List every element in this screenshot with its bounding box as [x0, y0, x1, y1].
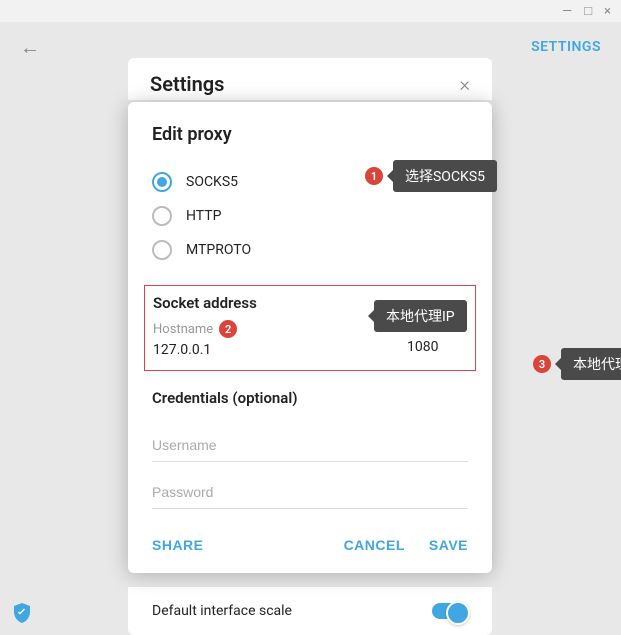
radio-label: SOCKS5 — [186, 174, 238, 190]
radio-http[interactable]: HTTP — [152, 199, 468, 233]
annotation-tip-3: 本地代理默认端口 — [561, 348, 621, 380]
modal-title: Edit proxy — [152, 124, 468, 145]
radio-icon — [152, 206, 172, 226]
cancel-button[interactable]: CANCEL — [344, 533, 405, 557]
annotation-1: 1 选择SOCKS5 — [365, 160, 497, 192]
credentials-section: Credentials (optional) — [152, 389, 468, 509]
annotation-tip-2: 本地代理IP — [374, 300, 467, 332]
radio-label: HTTP — [186, 208, 221, 224]
hostname-field[interactable]: Hostname 2 127.0.0.1 — [153, 320, 387, 358]
radio-label: MTPROTO — [186, 242, 251, 258]
share-button[interactable]: SHARE — [152, 533, 204, 557]
annotation-badge-2: 2 — [219, 320, 237, 338]
save-button[interactable]: SAVE — [429, 533, 468, 557]
modal-footer: SHARE CANCEL SAVE — [152, 533, 468, 557]
modal-overlay: Edit proxy SOCKS5 HTTP MTPROTO Socket ad… — [0, 0, 621, 635]
credentials-title: Credentials (optional) — [152, 389, 468, 407]
port-value: 1080 — [407, 339, 467, 355]
hostname-value: 127.0.0.1 — [153, 342, 387, 358]
annotation-tip-1: 选择SOCKS5 — [393, 160, 497, 192]
annotation-3: 3 本地代理默认端口 — [533, 348, 621, 380]
radio-mtproto[interactable]: MTPROTO — [152, 233, 468, 267]
radio-icon — [152, 172, 172, 192]
username-input[interactable] — [152, 429, 468, 462]
annotation-badge-1: 1 — [365, 167, 383, 185]
password-input[interactable] — [152, 476, 468, 509]
hostname-label: Hostname — [153, 322, 213, 337]
annotation-badge-3: 3 — [533, 355, 551, 373]
radio-icon — [152, 240, 172, 260]
